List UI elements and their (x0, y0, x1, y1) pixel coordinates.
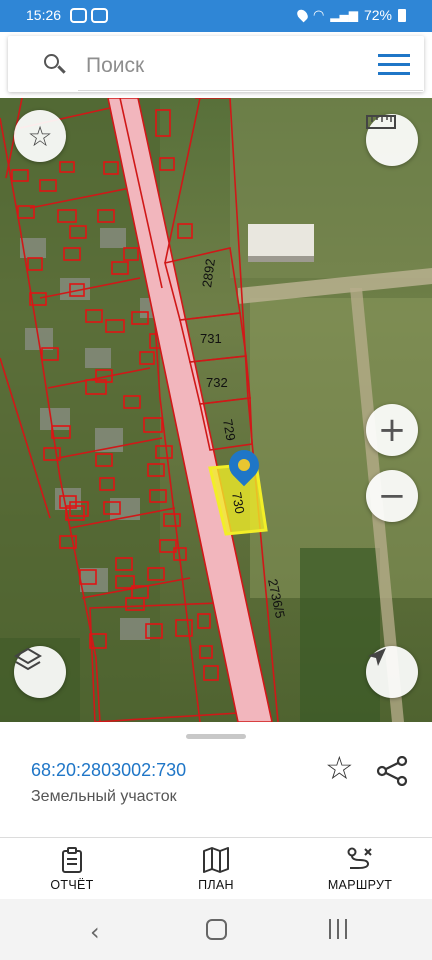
satellite-map[interactable]: 2892 731 732 729 730 2736/5 (0, 98, 432, 722)
report-clipboard-icon (12, 846, 132, 874)
object-type: Земельный участок (31, 788, 177, 805)
report-label: ОТЧЁТ (50, 878, 94, 892)
zoom-in-button[interactable]: + (366, 404, 418, 456)
layers-icon[interactable] (14, 646, 66, 698)
parcel-label-2892: 2892 (199, 258, 218, 289)
status-bar: 15:26 ◠ ▂▄▆ 72% (0, 0, 432, 32)
favorite-star-icon[interactable]: ☆ (14, 110, 66, 162)
parcel-label-731: 731 (200, 331, 222, 346)
parcel-label-732: 732 (206, 375, 228, 390)
search-bar: Поиск (0, 32, 432, 98)
signal-icon: ▂▄▆ (330, 8, 358, 22)
notification-icon (91, 8, 108, 23)
minus-icon: − (377, 476, 407, 516)
system-nav-bar: ‹ (0, 899, 432, 960)
parcel-label-729: 729 (220, 418, 239, 442)
home-icon[interactable] (206, 919, 227, 940)
route-icon (300, 846, 420, 874)
report-button[interactable]: ОТЧЁТ (12, 846, 132, 892)
plus-icon: + (377, 410, 407, 450)
clock: 15:26 (26, 7, 62, 23)
route-button[interactable]: МАРШРУТ (300, 846, 420, 892)
parcel-info-sheet[interactable]: 68:20:2803002:730 Земельный участок ☆ (0, 722, 432, 837)
share-icon[interactable] (376, 756, 408, 786)
notification-icon (70, 8, 87, 23)
battery-level: 72% (363, 7, 392, 23)
sheet-drag-handle[interactable] (186, 734, 246, 739)
star-icon[interactable]: ☆ (325, 752, 354, 784)
search-box[interactable]: Поиск (8, 36, 424, 92)
plan-label: ПЛАН (198, 878, 234, 892)
plan-button[interactable]: ПЛАН (156, 846, 276, 892)
search-underline (78, 90, 423, 91)
map-plan-icon (156, 846, 276, 874)
location-icon (295, 7, 310, 23)
ruler-icon[interactable] (366, 114, 418, 166)
back-icon[interactable]: ‹ (90, 918, 100, 946)
battery-icon (398, 8, 406, 22)
zoom-out-button[interactable]: − (366, 470, 418, 522)
search-icon[interactable] (44, 54, 66, 74)
hamburger-menu-icon[interactable] (378, 54, 410, 76)
wifi-icon: ◠ (312, 7, 325, 23)
navigation-arrow-icon[interactable] (366, 646, 418, 698)
route-label: МАРШРУТ (327, 878, 393, 892)
recent-apps-icon[interactable] (329, 919, 347, 939)
action-bar: ОТЧЁТ ПЛАН МАРШРУТ (0, 837, 432, 899)
map-view[interactable]: 2892 731 732 729 730 2736/5 ☆ + − (0, 98, 432, 722)
cadastral-number[interactable]: 68:20:2803002:730 (31, 760, 186, 781)
search-input[interactable]: Поиск (86, 54, 144, 78)
status-icons: ◠ ▂▄▆ 72% (295, 7, 406, 23)
